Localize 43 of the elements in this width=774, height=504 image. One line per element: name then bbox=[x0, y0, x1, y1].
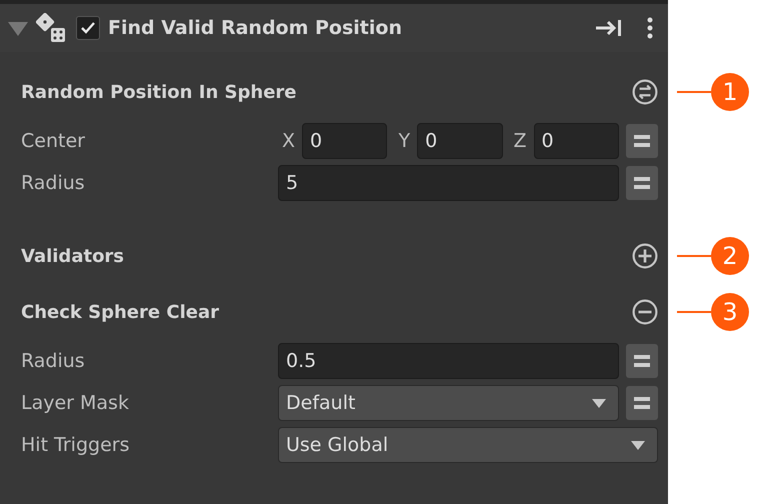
enabled-checkbox[interactable] bbox=[76, 16, 100, 40]
number-field[interactable]: 0.5 bbox=[278, 343, 619, 379]
pin-icon[interactable] bbox=[594, 18, 624, 38]
section-title: Check Sphere Clear bbox=[21, 302, 219, 322]
number-field[interactable]: 5 bbox=[278, 165, 619, 201]
override-button[interactable] bbox=[626, 166, 658, 200]
axis-label: X bbox=[282, 130, 296, 152]
override-button[interactable] bbox=[626, 344, 658, 378]
dropdown[interactable]: Use Global bbox=[278, 427, 658, 463]
field-label: Hit Triggers bbox=[21, 434, 130, 456]
add-icon[interactable] bbox=[632, 243, 658, 269]
foldout-icon[interactable] bbox=[8, 20, 28, 36]
remove-icon[interactable] bbox=[632, 299, 658, 325]
section-title: Random Position In Sphere bbox=[21, 82, 296, 102]
swap-icon[interactable] bbox=[632, 79, 658, 105]
field-label: Center bbox=[21, 130, 86, 152]
field-label: Layer Mask bbox=[21, 392, 130, 414]
equals-icon bbox=[634, 354, 650, 368]
section-title: Validators bbox=[21, 246, 124, 266]
equals-icon bbox=[634, 134, 650, 148]
dice-icon bbox=[36, 13, 68, 43]
leader-line bbox=[677, 311, 711, 313]
callout-number: 3 bbox=[711, 293, 749, 331]
override-button[interactable] bbox=[626, 124, 658, 158]
dropdown-arrow-icon bbox=[631, 440, 645, 450]
callout-number: 2 bbox=[711, 237, 749, 275]
field-label: Radius bbox=[21, 350, 86, 372]
override-button[interactable] bbox=[626, 386, 658, 420]
component-title: Find Valid Random Position bbox=[108, 17, 403, 39]
number-field[interactable]: 0 bbox=[417, 123, 503, 159]
leader-line bbox=[677, 255, 711, 257]
callout-number: 1 bbox=[711, 73, 749, 111]
equals-icon bbox=[634, 396, 650, 410]
axis-label: Z bbox=[514, 130, 527, 152]
dropdown-arrow-icon bbox=[592, 398, 606, 408]
axis-label: Y bbox=[398, 130, 410, 152]
leader-line bbox=[677, 91, 711, 93]
dropdown[interactable]: Default bbox=[278, 385, 619, 421]
number-field[interactable]: 0 bbox=[534, 123, 619, 159]
check-icon bbox=[80, 21, 96, 35]
equals-icon bbox=[634, 176, 650, 190]
field-label: Radius bbox=[21, 172, 86, 194]
number-field[interactable]: 0 bbox=[302, 123, 388, 159]
